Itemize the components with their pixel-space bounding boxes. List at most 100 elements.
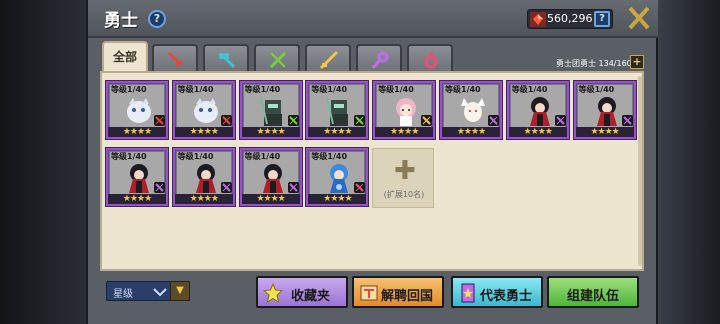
- hero-card[interactable]: 等级1/40 ★★★★: [306, 148, 369, 206]
- expand-slot-button[interactable]: ✚ (扩展10名): [372, 148, 434, 208]
- amulet-icon: [424, 52, 438, 69]
- hero-class-icon: [354, 182, 366, 193]
- currency-help-button[interactable]: ?: [594, 11, 610, 27]
- hero-class-icon: [354, 115, 366, 126]
- hero-class-icon: [220, 182, 232, 193]
- hero-level: 等级1/40: [311, 152, 348, 161]
- hero-blue-mage-icon: [330, 164, 349, 193]
- hero-level: 等级1/40: [511, 85, 548, 94]
- hammer-icon: [219, 53, 236, 69]
- hero-card[interactable]: 等级1/40 ★★★★: [239, 148, 302, 206]
- hero-card[interactable]: 等级1/40 ★★★★: [373, 81, 436, 139]
- hero-level: 等级1/40: [111, 85, 147, 94]
- hero-dark-witch-icon: [529, 97, 550, 126]
- rifle-icon: [319, 50, 339, 70]
- hero-stars: ★★★★: [174, 127, 233, 137]
- chevron-down-icon: [153, 288, 167, 297]
- hero-card[interactable]: 等级1/40 ★★★★: [573, 81, 636, 139]
- hero-class-icon: [287, 115, 299, 126]
- hero-level: 等级1/40: [177, 85, 214, 94]
- tab-crossed-arrows[interactable]: [254, 44, 300, 72]
- sort-select[interactable]: 星级: [106, 281, 172, 301]
- tab-amulet[interactable]: [407, 44, 453, 72]
- sort-order-toggle[interactable]: ▼: [170, 281, 190, 301]
- hero-white-fox-icon: [461, 98, 485, 122]
- crossed-arrows-icon: [269, 51, 287, 69]
- hero-card[interactable]: 等级1/40 ★★★★: [106, 81, 168, 139]
- roster-add-button[interactable]: +: [630, 55, 644, 69]
- hero-stars: ★★★★: [241, 194, 300, 204]
- staff-icon: [371, 51, 389, 69]
- hero-dark-witch-icon: [195, 164, 216, 193]
- hero-class-icon: [220, 115, 232, 126]
- hero-stars: ★★★★: [575, 127, 634, 137]
- app-window: 勇士 ? 560,296 ? 全部 勇士团勇士 134/160 + 等级1/40…: [0, 0, 720, 324]
- hero-dark-witch-icon: [129, 164, 149, 193]
- hero-card[interactable]: 等级1/40 ★★★★: [506, 81, 569, 139]
- hero-card[interactable]: 等级1/40 ★★★★: [440, 81, 502, 139]
- hero-card[interactable]: 等级1/40 ★★★★: [306, 81, 369, 139]
- help-button[interactable]: ?: [148, 10, 166, 28]
- background-right: [658, 0, 720, 324]
- expand-slot-label: (扩展10名): [383, 190, 425, 199]
- hero-card[interactable]: 等级1/40 ★★★★: [106, 148, 168, 206]
- hero-level: 等级1/40: [244, 85, 281, 94]
- banner-icon: [461, 283, 475, 303]
- close-icon[interactable]: [626, 4, 652, 32]
- hero-class-icon: [421, 115, 433, 126]
- hero-dark-armor-icon: [326, 97, 349, 126]
- hero-stars: ★★★★: [174, 194, 233, 204]
- hero-pink-hair-icon: [396, 98, 417, 126]
- hero-level: 等级1/40: [378, 85, 414, 94]
- hero-class-icon: [554, 115, 566, 126]
- tab-all[interactable]: 全部: [102, 41, 148, 72]
- plus-icon: ✚: [394, 156, 416, 186]
- tab-sword[interactable]: [152, 44, 198, 72]
- crystal-icon: [530, 12, 546, 27]
- build-team-button[interactable]: 组建队伍: [547, 276, 639, 308]
- hero-dark-armor-icon: [259, 97, 282, 126]
- hero-dark-witch-icon: [596, 97, 617, 126]
- tab-rifle[interactable]: [305, 44, 351, 72]
- roster-count: 勇士团勇士 134/160: [556, 59, 632, 68]
- hero-level: 等级1/40: [445, 85, 481, 94]
- hero-stars: ★★★★: [508, 127, 567, 137]
- sword-icon: [167, 51, 184, 68]
- hero-stars: ★★★★: [442, 127, 500, 137]
- hero-card[interactable]: 等级1/40 ★★★★: [172, 81, 235, 139]
- representative-hero-button[interactable]: 代表勇士: [451, 276, 543, 308]
- tab-hammer[interactable]: [203, 44, 249, 72]
- currency-value: 560,296: [547, 12, 593, 25]
- hero-level: 等级1/40: [311, 85, 348, 94]
- hero-card[interactable]: 等级1/40 ★★★★: [172, 148, 235, 206]
- scrollbar[interactable]: [638, 76, 642, 266]
- hero-class-icon: [154, 182, 165, 193]
- hero-white-spirit-icon: [193, 98, 218, 123]
- hero-class-icon: [154, 115, 165, 126]
- hero-stars: ★★★★: [375, 127, 434, 137]
- hero-stars: ★★★★: [308, 127, 367, 137]
- hero-level: 等级1/40: [578, 85, 615, 94]
- hero-class-icon: [488, 115, 499, 126]
- representative-hero-button-label: 代表勇士: [480, 289, 533, 304]
- star-icon: [263, 283, 283, 303]
- dismiss-button[interactable]: 解聘回国: [352, 276, 444, 308]
- sort-select-value: 星级: [113, 289, 133, 300]
- dismiss-icon: [360, 285, 378, 301]
- tab-staff[interactable]: [356, 44, 402, 72]
- hero-stars: ★★★★: [308, 194, 367, 204]
- hero-class-icon: [287, 182, 299, 193]
- hero-dark-witch-icon: [262, 164, 283, 193]
- page-title: 勇士: [104, 11, 138, 31]
- hero-level: 等级1/40: [244, 152, 281, 161]
- collection-button[interactable]: 收藏夹: [256, 276, 348, 308]
- hero-stars: ★★★★: [108, 127, 166, 137]
- hero-stars: ★★★★: [241, 127, 300, 137]
- collection-button-label: 收藏夹: [291, 289, 331, 304]
- hero-stars: ★★★★: [108, 194, 166, 204]
- hero-class-icon: [621, 115, 633, 126]
- hero-card[interactable]: 等级1/40 ★★★★: [239, 81, 302, 139]
- build-team-button-label: 组建队伍: [567, 289, 620, 304]
- hero-white-spirit-icon: [127, 98, 151, 123]
- hero-level: 等级1/40: [177, 152, 214, 161]
